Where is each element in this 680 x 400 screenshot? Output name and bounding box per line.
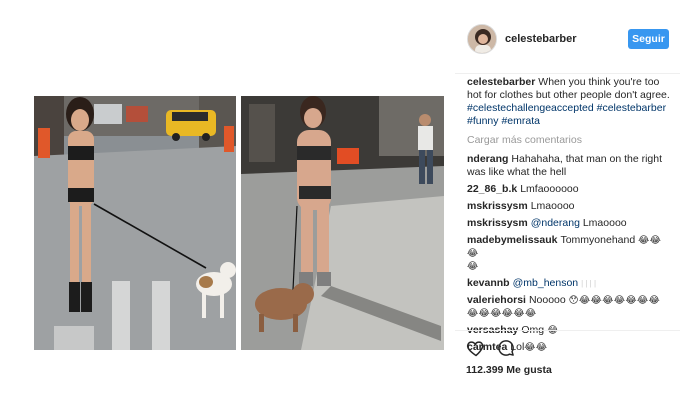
comment-icon[interactable]: [496, 338, 516, 358]
photo-right-image: [241, 96, 444, 350]
comment: mskrissysm Lmaoooo: [467, 200, 672, 213]
comment-username[interactable]: mskrissysm: [467, 217, 528, 229]
hashtag[interactable]: #funny: [467, 115, 499, 127]
comment-mention[interactable]: @nderang: [531, 217, 580, 229]
comment-username[interactable]: kevannb: [467, 277, 510, 289]
post-caption: celestebarber When you think you're too h…: [467, 76, 672, 128]
avatar[interactable]: [467, 24, 497, 54]
hashtag[interactable]: #emrata: [501, 115, 540, 127]
comment-text: Lmaoooo: [582, 217, 627, 229]
comment: valeriehorsi Nooooo 😯😂😂😂😂😂😂😂 😂😂😂😂😂😂: [467, 294, 672, 320]
comment-username[interactable]: madebymelissauk: [467, 234, 557, 246]
comment-emoji: 😂😂: [524, 342, 548, 353]
comment-mention[interactable]: @mb_henson: [513, 277, 579, 289]
comment: 22_86_b.k Lmfaoooooo: [467, 183, 672, 196]
comment-username[interactable]: 22_86_b.k: [467, 183, 517, 195]
hashtag[interactable]: #celestechallengeaccepted: [467, 102, 594, 114]
comment-faint-text: | | | |: [581, 279, 597, 288]
comment-username[interactable]: valeriehorsi: [467, 294, 526, 306]
comment-username[interactable]: nderang: [467, 153, 508, 165]
like-count[interactable]: 112.399 Me gusta: [466, 364, 552, 376]
comments-section: celestebarber When you think you're too h…: [467, 76, 672, 358]
post-media: [0, 0, 455, 400]
load-more-comments[interactable]: Cargar más comentarios: [467, 134, 672, 147]
comment-username[interactable]: mskrissysm: [467, 200, 528, 212]
author-username[interactable]: celestebarber: [505, 33, 577, 45]
heart-icon[interactable]: [466, 338, 486, 358]
comment-text: Nooooo: [528, 294, 566, 306]
post-header: celestebarber Seguir: [455, 0, 680, 74]
photo-left: [34, 96, 236, 350]
comment-text: Lmaoooo: [530, 200, 575, 212]
instagram-post-card: celestebarber Seguir celestebarber When y…: [0, 0, 680, 400]
comment: kevannb @mb_henson | | | |: [467, 277, 672, 290]
avatar-image: [468, 25, 496, 53]
comment-text: Lmfaoooooo: [520, 183, 579, 195]
comment: madebymelissauk Tommyonehand 😂😂😂 😂: [467, 234, 672, 273]
photo-right: [241, 96, 444, 350]
post-actions: [466, 338, 526, 360]
caption-username[interactable]: celestebarber: [467, 76, 535, 88]
comment: mskrissysm @nderang Lmaoooo: [467, 217, 672, 230]
actions-divider: [455, 330, 680, 331]
follow-button[interactable]: Seguir: [628, 29, 669, 49]
hashtag[interactable]: #celestebarber: [597, 102, 666, 114]
comment: nderang Hahahaha, that man on the right w…: [467, 153, 672, 179]
photo-left-image: [34, 96, 236, 350]
comment-text: Tommyonehand: [560, 234, 636, 246]
